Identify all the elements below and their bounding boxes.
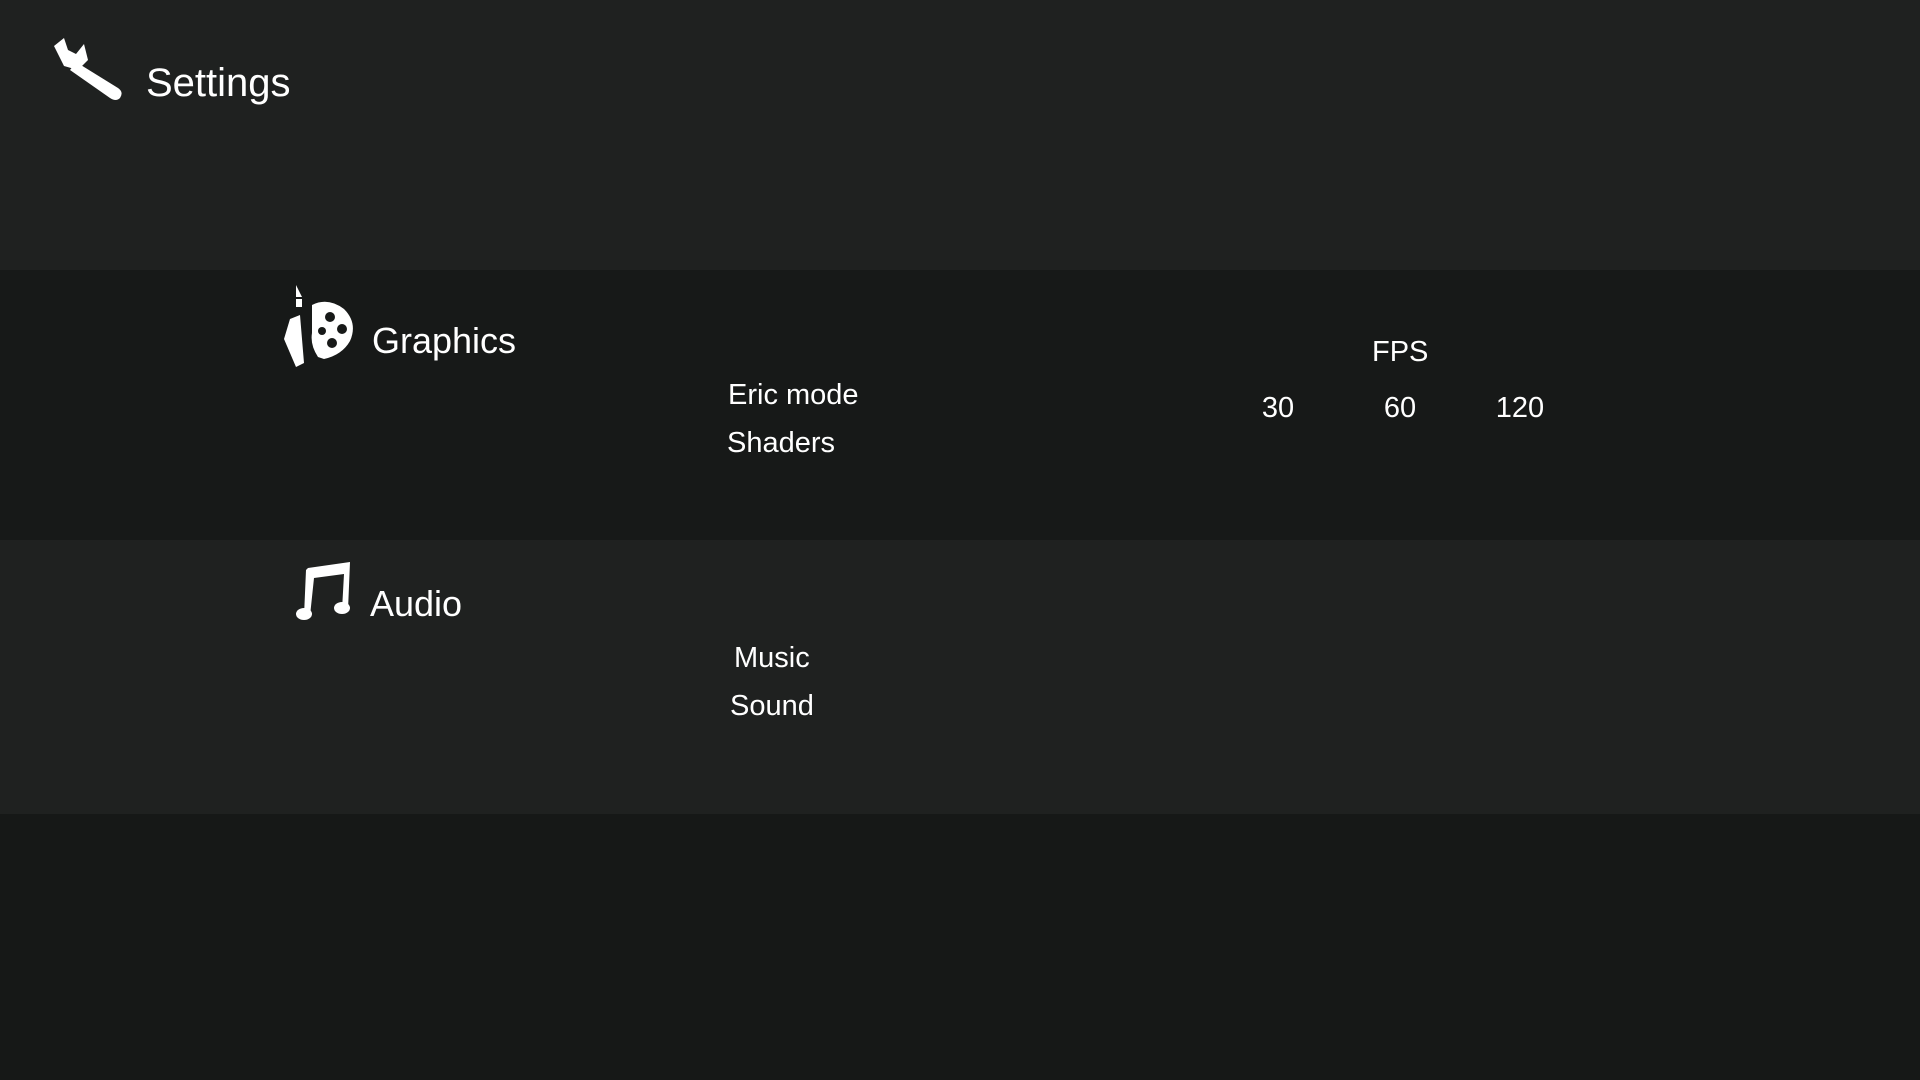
shaders-option[interactable]: Shaders <box>727 429 835 458</box>
fps-label: FPS <box>1372 336 1429 368</box>
empty-area <box>0 814 1920 1080</box>
music-note-icon <box>296 560 352 620</box>
fps-option-120[interactable]: 120 <box>1480 394 1560 423</box>
section-title-audio: Audio <box>370 583 463 624</box>
fps-option-30[interactable]: 30 <box>1238 394 1318 423</box>
music-option[interactable]: Music <box>734 644 810 673</box>
fps-option-60[interactable]: 60 <box>1360 394 1440 423</box>
eric-mode-option[interactable]: Eric mode <box>728 381 859 410</box>
header-band <box>0 0 1920 270</box>
palette-icon <box>282 283 356 369</box>
wrench-icon <box>48 36 126 100</box>
audio-section <box>0 540 1920 814</box>
sound-option[interactable]: Sound <box>730 692 814 721</box>
page-title: Settings <box>146 61 291 105</box>
section-title-graphics: Graphics <box>372 320 517 361</box>
